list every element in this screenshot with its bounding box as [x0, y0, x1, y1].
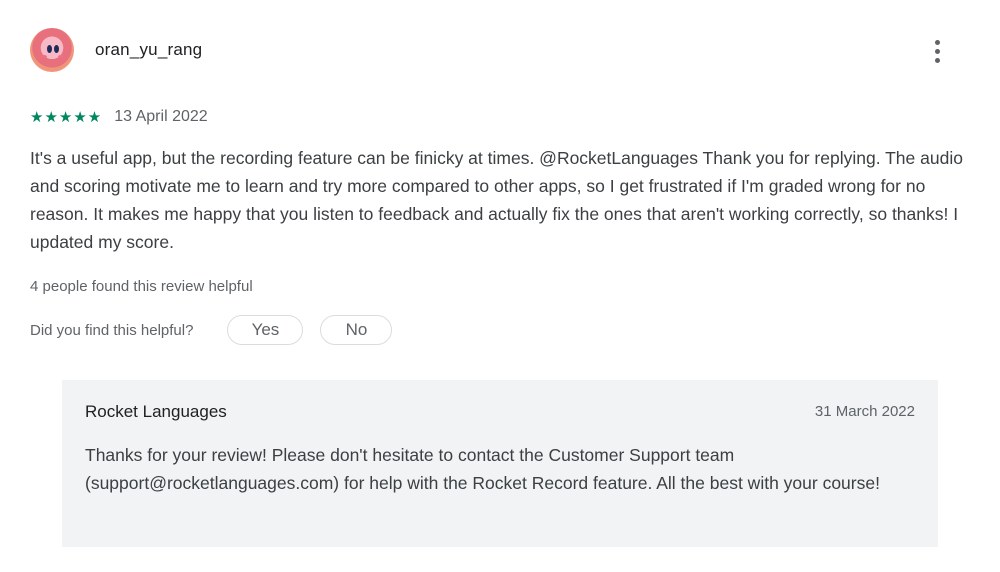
more-options-button[interactable]	[924, 36, 950, 66]
reply-author: Rocket Languages	[85, 402, 227, 421]
review-header: oran_yu_rang	[30, 28, 202, 72]
reply-text: Thanks for your review! Please don't hes…	[85, 445, 880, 493]
more-vert-icon	[934, 39, 940, 45]
no-button[interactable]: No	[320, 315, 393, 345]
review-card: oran_yu_rang ★★★★★ 13 April 2022 It's a …	[0, 0, 1000, 572]
helpful-count: 4 people found this review helpful	[30, 278, 253, 295]
review-meta: ★★★★★ 13 April 2022	[30, 108, 208, 126]
review-text: It's a useful app, but the recording fea…	[30, 148, 963, 252]
yes-button[interactable]: Yes	[227, 315, 304, 345]
more-vert-icon-dot	[934, 57, 940, 63]
review-date: 13 April 2022	[114, 108, 208, 125]
helpful-feedback: Did you find this helpful? Yes No	[30, 315, 393, 345]
avatar-cheek	[58, 55, 64, 58]
avatar-eye	[54, 45, 59, 53]
helpful-question: Did you find this helpful?	[30, 321, 194, 339]
developer-reply: Rocket Languages 31 March 2022 Thanks fo…	[62, 380, 938, 547]
avatar	[30, 28, 74, 72]
avatar-eye	[47, 45, 52, 53]
avatar-cheek	[41, 55, 47, 58]
reviewer-name: oran_yu_rang	[95, 40, 203, 59]
star-rating: ★★★★★	[30, 108, 103, 126]
reply-date: 31 March 2022	[814, 403, 915, 420]
more-vert-icon-dot	[934, 48, 940, 54]
